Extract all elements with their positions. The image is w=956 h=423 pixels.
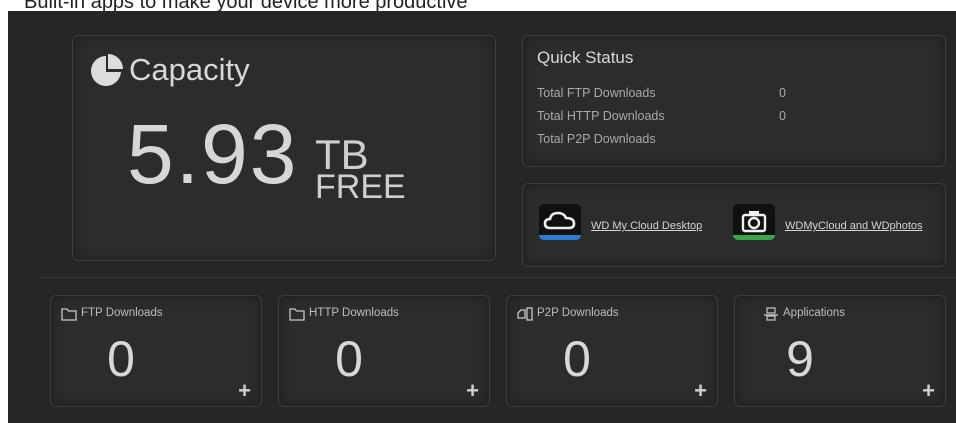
http-downloads-count: 0 [335, 331, 363, 387]
quick-status-title: Quick Status [537, 48, 634, 67]
applications-count: 9 [786, 331, 814, 387]
ftp-downloads-count: 0 [107, 331, 135, 387]
capacity-value: 5.93 [127, 107, 299, 201]
http-downloads-tile[interactable]: HTTP Downloads 0 + [278, 295, 490, 407]
http-downloads-add-button[interactable]: + [466, 380, 479, 402]
ftp-downloads-total-value: 0 [779, 86, 786, 100]
capacity-panel: Capacity 5.93 TB FREE [72, 35, 496, 261]
dashboard: Capacity 5.93 TB FREE Quick Status Total… [8, 11, 956, 423]
p2p-downloads-label: P2P Downloads [537, 307, 619, 319]
p2p-downloads-count: 0 [563, 331, 591, 387]
capacity-label: Capacity [129, 52, 250, 87]
folder-icon [289, 308, 305, 321]
ftp-downloads-tile[interactable]: FTP Downloads 0 + [50, 295, 262, 407]
wdmycloud-wdphotos-link[interactable]: WDMyCloud and WDphotos [785, 220, 923, 232]
app-glow-green [733, 235, 775, 240]
p2p-downloads-tile[interactable]: P2P Downloads 0 + [506, 295, 718, 407]
http-downloads-label: HTTP Downloads [309, 307, 399, 319]
p2p-downloads-add-button[interactable]: + [694, 380, 707, 402]
wdmycloud-wdphotos-tile[interactable] [733, 204, 775, 240]
applications-add-button[interactable]: + [922, 380, 935, 402]
section-divider [38, 277, 956, 278]
http-downloads-total-label: Total HTTP Downloads [537, 109, 665, 123]
folder-icon [61, 308, 77, 321]
wd-my-cloud-desktop-link[interactable]: WD My Cloud Desktop [591, 220, 702, 232]
apps-panel: WD My Cloud Desktop WDMyCloud and WDphot… [522, 183, 946, 267]
applications-icon [764, 307, 778, 321]
applications-label: Applications [783, 307, 846, 319]
quick-status-panel: Quick Status Total FTP Downloads 0 Total… [522, 35, 946, 167]
app-glow-blue [539, 235, 581, 240]
ftp-downloads-label: FTP Downloads [81, 307, 163, 319]
applications-tile[interactable]: Applications 9 + [734, 295, 946, 407]
capacity-free-label: FREE [315, 168, 406, 206]
ftp-downloads-add-button[interactable]: + [238, 380, 251, 402]
http-downloads-total-value: 0 [779, 109, 786, 123]
wd-my-cloud-desktop-tile[interactable] [539, 204, 581, 240]
pie-chart-icon [91, 54, 123, 86]
p2p-downloads-total-label: Total P2P Downloads [537, 132, 656, 146]
ftp-downloads-total-label: Total FTP Downloads [537, 86, 656, 100]
p2p-icon [517, 307, 533, 321]
